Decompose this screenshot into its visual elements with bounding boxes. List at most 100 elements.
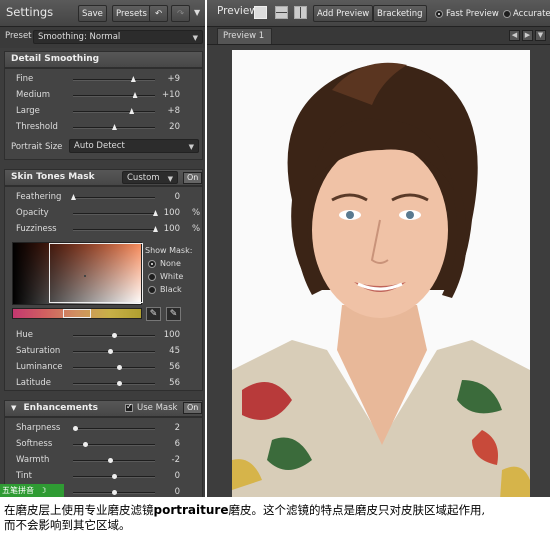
slider-track[interactable] bbox=[73, 381, 155, 386]
accurate-label: Accurate bbox=[513, 9, 550, 19]
skin-hsl_sliders-label: Latitude bbox=[16, 378, 51, 388]
slider-thumb[interactable] bbox=[116, 381, 122, 386]
slider-track[interactable] bbox=[72, 426, 155, 431]
preset-value: Smoothing: Normal bbox=[38, 32, 121, 42]
undo-icon[interactable]: ↶ bbox=[149, 5, 168, 22]
portrait-photo[interactable] bbox=[232, 50, 530, 500]
slider-unit: % bbox=[192, 224, 201, 234]
slider-thumb[interactable] bbox=[71, 194, 76, 200]
add-preview-button[interactable]: Add Preview bbox=[313, 5, 374, 22]
mask-option-radio[interactable] bbox=[148, 273, 156, 281]
slider-thumb[interactable] bbox=[72, 426, 78, 431]
skin-sliders-label: Fuzziness bbox=[16, 224, 57, 234]
collapse-arrow-icon[interactable]: ▼ bbox=[11, 404, 16, 412]
use-mask-checkbox[interactable] bbox=[125, 402, 133, 412]
mask-option-label: White bbox=[160, 272, 184, 281]
slider-track[interactable] bbox=[73, 349, 155, 354]
slider-thumb[interactable] bbox=[112, 124, 117, 130]
slider-track[interactable] bbox=[73, 226, 158, 232]
ime-indicator[interactable]: 五笔拼音 ☽ bbox=[0, 484, 64, 497]
slider-track[interactable] bbox=[73, 442, 155, 447]
tab-next-icon[interactable]: ▶ bbox=[522, 30, 533, 41]
slider-thumb[interactable] bbox=[112, 490, 117, 495]
mask-option-radio[interactable] bbox=[148, 286, 156, 294]
slider-thumb[interactable] bbox=[130, 76, 136, 82]
enhancements-sliders-label: Warmth bbox=[16, 455, 50, 465]
detail-smoothing-header[interactable]: Detail Smoothing bbox=[4, 51, 203, 68]
slider-track[interactable] bbox=[73, 474, 155, 479]
slider-value: 20 bbox=[169, 122, 180, 132]
chevron-down-icon: ▼ bbox=[192, 34, 198, 42]
slider-thumb[interactable] bbox=[83, 442, 89, 447]
chevron-down-icon: ▼ bbox=[188, 143, 194, 151]
presets-button[interactable]: Presets bbox=[112, 5, 151, 22]
slider-thumb[interactable] bbox=[107, 349, 113, 354]
single-view-icon[interactable] bbox=[254, 6, 267, 19]
tab-preview-1[interactable]: Preview 1 bbox=[217, 28, 272, 44]
mask-option-radio[interactable] bbox=[148, 260, 156, 268]
slider-value: 100 bbox=[163, 224, 180, 234]
eyedropper-plus-icon[interactable]: ✎ bbox=[166, 307, 181, 321]
skin-mode-dropdown[interactable]: Custom ▼ bbox=[122, 171, 178, 184]
slider-thumb[interactable] bbox=[116, 365, 122, 370]
slider-thumb[interactable] bbox=[112, 474, 117, 479]
slider-value: 0 bbox=[174, 471, 180, 481]
slider-thumb[interactable] bbox=[112, 333, 117, 338]
split-horizontal-icon[interactable] bbox=[275, 6, 288, 19]
skin-color-range-box[interactable] bbox=[49, 243, 143, 303]
portrait-size-label: Portrait Size bbox=[11, 142, 63, 152]
skin-color-field[interactable] bbox=[12, 242, 143, 305]
skin-on-toggle[interactable]: On bbox=[183, 172, 203, 184]
preview-tab-bar: Preview 1 ◀ ▶ ▼ bbox=[207, 27, 550, 44]
preset-dropdown[interactable]: Smoothing: Normal ▼ bbox=[33, 30, 203, 44]
slider-track[interactable] bbox=[73, 458, 155, 463]
enhancements-on-toggle[interactable]: On bbox=[183, 402, 203, 414]
tab-prev-icon[interactable]: ◀ bbox=[509, 30, 520, 41]
accurate-radio[interactable] bbox=[503, 10, 511, 18]
slider-track[interactable] bbox=[73, 124, 155, 130]
bracketing-button[interactable]: Bracketing bbox=[373, 5, 427, 22]
mask-option-label: Black bbox=[160, 285, 182, 294]
portrait-size-value: Auto Detect bbox=[74, 141, 125, 151]
slider-thumb[interactable] bbox=[107, 458, 113, 463]
slider-track[interactable] bbox=[73, 92, 155, 98]
slider-track[interactable] bbox=[71, 194, 155, 200]
skin-hsl_sliders-label: Hue bbox=[16, 330, 34, 340]
slider-thumb[interactable] bbox=[132, 92, 138, 98]
portrait-size-dropdown[interactable]: Auto Detect ▼ bbox=[69, 139, 199, 153]
redo-icon[interactable]: ↷ bbox=[171, 5, 190, 22]
slider-track[interactable] bbox=[73, 210, 158, 216]
split-vertical-icon[interactable] bbox=[294, 6, 307, 19]
tab-menu-icon[interactable]: ▼ bbox=[535, 30, 546, 41]
slider-thumb[interactable] bbox=[129, 108, 135, 114]
detail-sliders-label: Large bbox=[16, 106, 40, 116]
caption-line1-pre: 在磨皮层上使用专业磨皮滤镜 bbox=[4, 503, 154, 517]
skin-mode-value: Custom bbox=[127, 173, 160, 183]
preset-label: Preset bbox=[5, 31, 32, 41]
slider-track[interactable] bbox=[73, 365, 155, 370]
chevron-down-icon: ▼ bbox=[167, 175, 173, 183]
preset-row: Preset Smoothing: Normal ▼ bbox=[0, 27, 205, 48]
detail-sliders-label: Fine bbox=[16, 74, 34, 84]
save-button[interactable]: Save bbox=[78, 5, 107, 22]
skin-tones-title: Skin Tones Mask bbox=[11, 172, 95, 182]
eyedropper-icon[interactable]: ✎ bbox=[146, 307, 161, 321]
moon-icon: ☽ bbox=[39, 486, 47, 495]
fast-preview-radio[interactable] bbox=[435, 10, 443, 18]
skin-color-marker[interactable] bbox=[84, 275, 86, 277]
skin-hsl_sliders-label: Luminance bbox=[16, 362, 63, 372]
slider-track[interactable] bbox=[73, 76, 155, 82]
portrait-illustration bbox=[232, 62, 530, 500]
preview-canvas[interactable] bbox=[207, 44, 550, 500]
hue-strip[interactable] bbox=[12, 308, 142, 319]
menu-arrow-icon[interactable]: ▼ bbox=[194, 8, 200, 17]
slider-track[interactable] bbox=[73, 490, 155, 495]
caption-line1-bold: portraiture bbox=[153, 503, 229, 517]
skin-hsl_sliders-label: Saturation bbox=[16, 346, 61, 356]
slider-track[interactable] bbox=[73, 333, 155, 338]
preview-panel: Preview Add Preview Bracketing Fast Prev… bbox=[207, 0, 550, 500]
hue-range-box[interactable] bbox=[63, 309, 91, 318]
slider-track[interactable] bbox=[73, 108, 155, 114]
detail-sliders-label: Medium bbox=[16, 90, 50, 100]
skin-sliders-label: Feathering bbox=[16, 192, 62, 202]
